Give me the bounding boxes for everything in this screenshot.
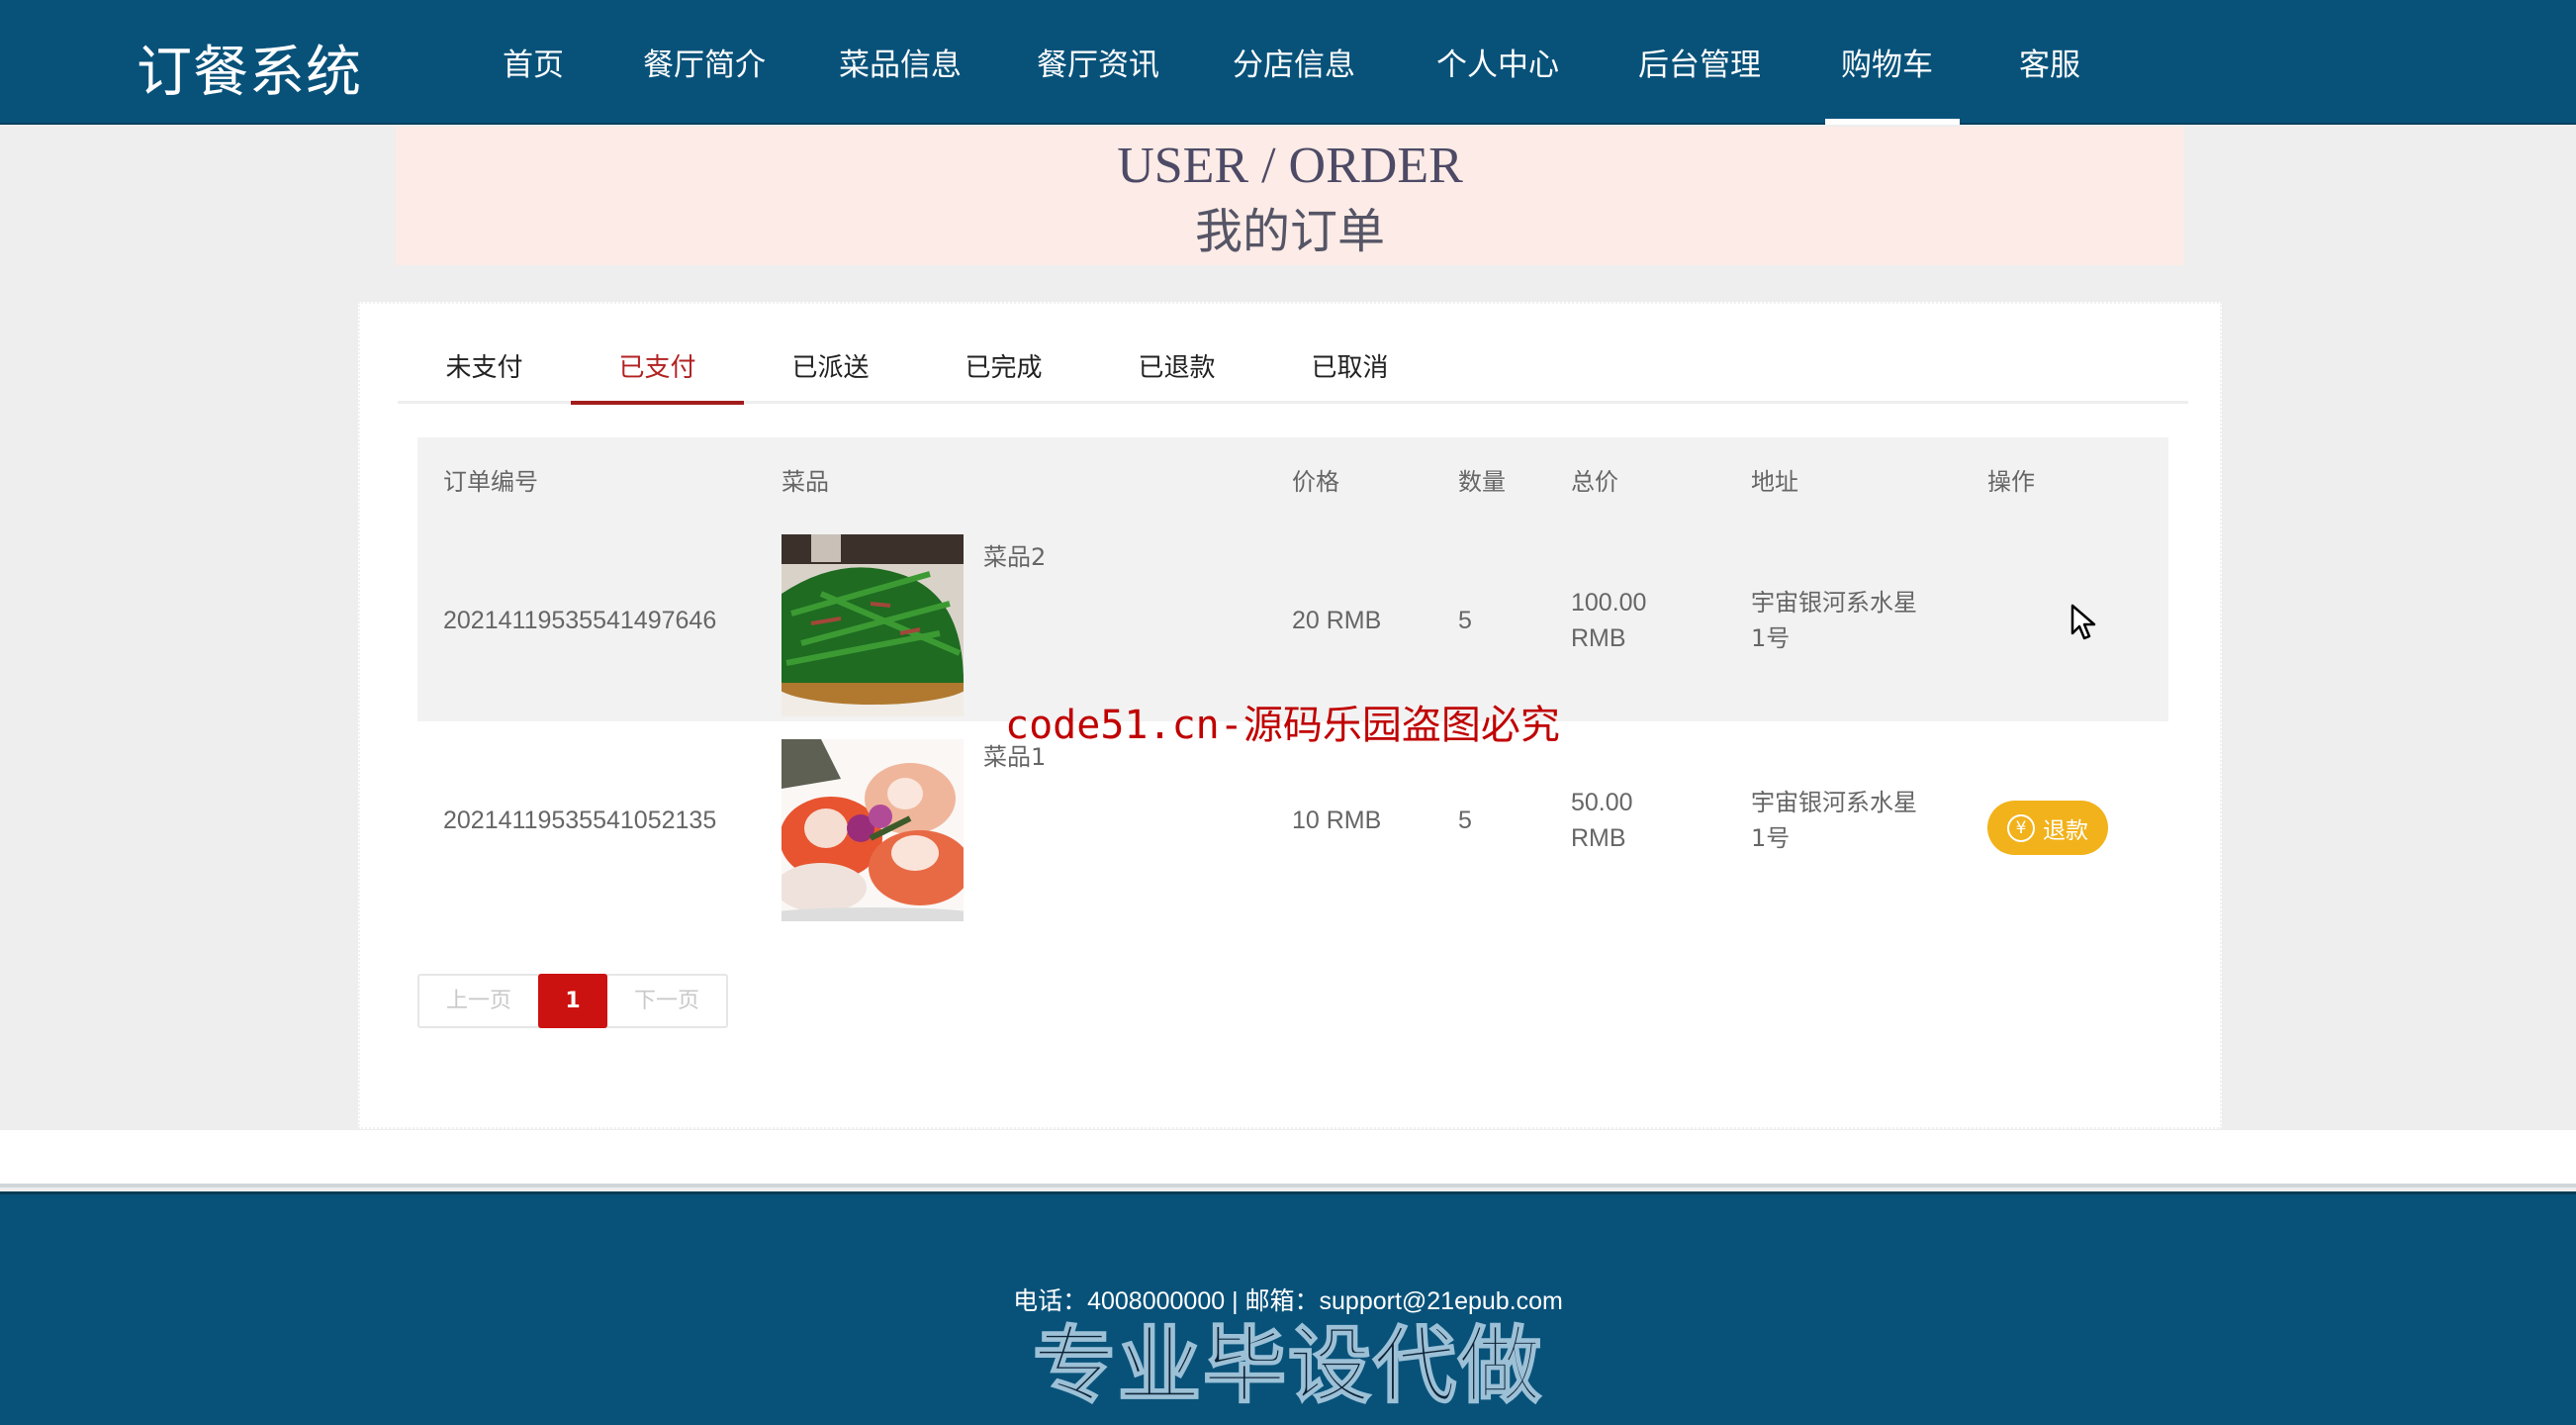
address-line-2: 1号 — [1751, 824, 1791, 852]
tab-unpaid[interactable]: 未支付 — [398, 338, 571, 404]
refund-button-label: 退款 — [2043, 817, 2088, 844]
table-header: 订单编号 菜品 价格 数量 总价 地址 操作 — [417, 437, 2168, 522]
order-number: 20214119535541497646 — [443, 607, 717, 634]
nav-item-restaurant-intro[interactable]: 餐厅简介 — [643, 40, 766, 84]
tab-dispatched[interactable]: 已派送 — [744, 338, 917, 404]
dish-image[interactable] — [782, 739, 964, 921]
yen-icon: ¥ — [2007, 813, 2035, 842]
nav-item-admin[interactable]: 后台管理 — [1638, 40, 1761, 84]
quantity: 5 — [1458, 607, 1472, 634]
pagination: 上一页 1 下一页 — [417, 974, 728, 1028]
address-line-1: 宇宙银河系水星 — [1751, 789, 1917, 816]
nav-item-dishes[interactable]: 菜品信息 — [839, 40, 962, 84]
refund-button[interactable]: ¥ 退款 — [1987, 801, 2108, 855]
column-header-address: 地址 — [1751, 468, 1798, 496]
dish-name: 菜品2 — [983, 543, 1047, 571]
dish-photo-greens — [782, 534, 964, 716]
column-header-action: 操作 — [1987, 468, 2035, 496]
total-currency: RMB — [1571, 624, 1626, 652]
column-header-dish: 菜品 — [782, 468, 829, 496]
tab-completed[interactable]: 已完成 — [917, 338, 1090, 404]
column-header-quantity: 数量 — [1458, 468, 1506, 496]
site-header: 订餐系统 首页 餐厅简介 菜品信息 餐厅资讯 分店信息 个人中心 后台管理 购物… — [0, 0, 2576, 125]
next-page-button[interactable]: 下一页 — [607, 976, 726, 1026]
footer-ad-overlay: 专业毕设代做 — [1032, 1316, 1543, 1415]
quantity: 5 — [1458, 807, 1472, 834]
nav-item-cart[interactable]: 购物车 — [1841, 40, 1933, 84]
address: 宇宙银河系水星 1号 — [1751, 585, 1917, 656]
tab-cancelled[interactable]: 已取消 — [1263, 338, 1436, 404]
column-header-order-no: 订单编号 — [443, 468, 538, 496]
price: 20 RMB — [1292, 607, 1382, 634]
table-row: 20214119535541052135 菜品1 10 RMB 5 50.00 … — [417, 721, 2168, 921]
price: 10 RMB — [1292, 807, 1382, 834]
current-page-button[interactable]: 1 — [538, 974, 607, 1028]
prev-page-button[interactable]: 上一页 — [419, 976, 538, 1026]
watermark-text: code51.cn-源码乐园盗图必究 — [1005, 703, 1560, 748]
total-value: 50.00 — [1571, 789, 1633, 816]
nav-item-home[interactable]: 首页 — [503, 40, 564, 84]
tab-paid[interactable]: 已支付 — [571, 338, 744, 405]
address-line-2: 1号 — [1751, 624, 1791, 652]
column-header-price: 价格 — [1292, 468, 1339, 496]
nav-item-news[interactable]: 餐厅资讯 — [1037, 40, 1159, 84]
dish-photo-scallops — [782, 739, 964, 921]
mouse-cursor-icon — [2070, 604, 2096, 640]
active-nav-indicator — [1825, 119, 1960, 125]
footer-spacer — [0, 1130, 2576, 1188]
nav-item-branches[interactable]: 分店信息 — [1233, 40, 1355, 84]
tab-refunded[interactable]: 已退款 — [1090, 338, 1263, 404]
nav-item-customer-service[interactable]: 客服 — [2019, 40, 2080, 84]
table-row: 20214119535541497646 菜品2 20 RMB 5 100.00 — [417, 522, 2168, 721]
order-status-tabs: 未支付 已支付 已派送 已完成 已退款 已取消 — [398, 338, 2188, 405]
page-banner: USER / ORDER 我的订单 — [396, 127, 2184, 265]
nav-item-profile[interactable]: 个人中心 — [1436, 40, 1559, 84]
address-line-1: 宇宙银河系水星 — [1751, 589, 1917, 617]
column-header-total: 总价 — [1571, 468, 1618, 496]
total-amount: 100.00 RMB — [1571, 585, 1646, 656]
total-value: 100.00 — [1571, 589, 1647, 617]
site-logo[interactable]: 订餐系统 — [137, 28, 362, 108]
order-number: 20214119535541052135 — [443, 807, 717, 834]
total-currency: RMB — [1571, 824, 1626, 852]
page-title: 我的订单 — [1194, 204, 1385, 259]
banner-title-en: USER / ORDER — [1117, 138, 1463, 194]
address: 宇宙银河系水星 1号 — [1751, 785, 1917, 856]
total-amount: 50.00 RMB — [1571, 785, 1633, 856]
site-footer: 电话：4008000000 | 邮箱：support@21epub.com 专业… — [0, 1191, 2576, 1425]
dish-image[interactable] — [782, 534, 964, 716]
